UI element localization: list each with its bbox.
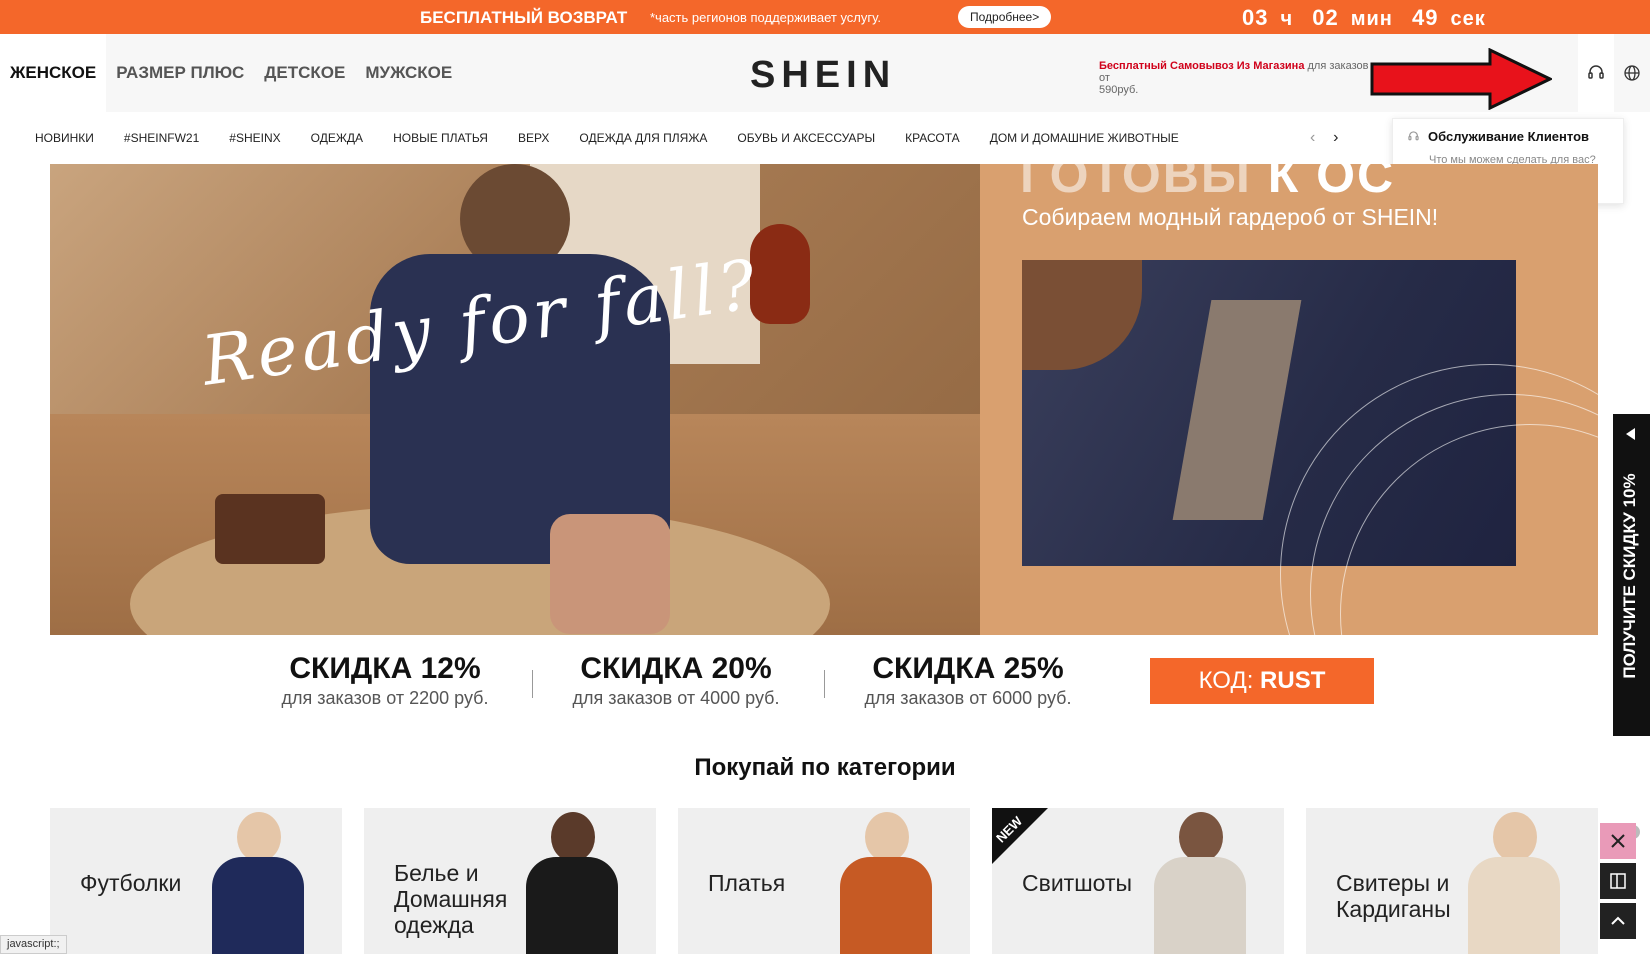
free-return-text: БЕСПЛАТНЫЙ ВОЗВРАТ <box>420 8 628 27</box>
free-return-note: *часть регионов поддерживает услугу. <box>650 10 881 25</box>
compare-icon[interactable] <box>1600 863 1636 899</box>
more-details-button[interactable]: Подробнее> <box>958 6 1052 28</box>
code-label: КОД: <box>1198 667 1261 694</box>
deal-condition: для заказов от 6000 руб. <box>864 688 1072 708</box>
timer-seconds-unit: сек <box>1450 8 1486 30</box>
shop-by-category-title: Покупай по категории <box>694 754 956 781</box>
banner-headline: ГОТОВЫ К ОС <box>1020 164 1395 204</box>
timer-hours-unit: ч <box>1280 8 1294 30</box>
nav-home-pets[interactable]: ДОМ И ДОМАШНИЕ ЖИВОТНЫЕ <box>975 131 1194 145</box>
free-pickup-notice[interactable]: Бесплатный Самовывоз Из Магазина для зак… <box>1099 60 1379 96</box>
timer-minutes-unit: мин <box>1350 8 1393 30</box>
card-label: Белье и Домашняя одежда <box>394 860 508 938</box>
nav-beauty[interactable]: КРАСОТА <box>890 131 975 145</box>
discount-promo-row: СКИДКА 12% для заказов от 2200 руб. СКИД… <box>0 652 1650 712</box>
category-card-sweatshirts[interactable]: NEW Свитшоты <box>992 808 1284 954</box>
nav-beachwear[interactable]: ОДЕЖДА ДЛЯ ПЛЯЖА <box>564 131 722 145</box>
banner-subtitle: Собираем модный гардероб от SHEIN! <box>1022 204 1439 230</box>
code-value: RUST <box>1260 667 1326 694</box>
deal-12: СКИДКА 12% для заказов от 2200 руб. <box>270 652 500 709</box>
headline-bold: К ОС <box>1267 164 1396 203</box>
popup-title: Обслуживание Клиентов <box>1428 129 1590 144</box>
banner-right-panel: ГОТОВЫ К ОС Собираем модный гардероб от … <box>980 164 1598 635</box>
nav-new[interactable]: НОВИНКИ <box>0 131 109 145</box>
deal-title: СКИДКА 12% <box>289 652 481 685</box>
category-women[interactable]: ЖЕНСКОЕ <box>0 34 107 112</box>
banner-photo-left <box>50 164 980 635</box>
model-image <box>830 812 940 954</box>
card-label: Футболки <box>80 870 182 896</box>
model-image <box>1144 812 1254 954</box>
deal-25: СКИДКА 25% для заказов от 6000 руб. <box>853 652 1083 709</box>
deal-condition: для заказов от 2200 руб. <box>281 688 489 708</box>
nav-scroll-arrows: ‹ › <box>1310 129 1338 147</box>
browser-status-bar: javascript:; <box>0 935 67 954</box>
nav-sheinx[interactable]: #SHEINX <box>214 131 295 145</box>
hero-banner[interactable]: Ready for fall? ГОТОВЫ К ОС Собираем мод… <box>50 164 1598 635</box>
discount-side-tab[interactable]: ПОЛУЧИТЕ СКИДКУ 10% <box>1613 414 1650 736</box>
pickup-highlight: Бесплатный Самовывоз Из Магазина <box>1099 60 1305 72</box>
pickup-amount: 590руб. <box>1099 84 1139 96</box>
deal-condition: для заказов от 4000 руб. <box>572 688 780 708</box>
category-card-tshirts[interactable]: Футболки <box>50 808 342 954</box>
category-plus-size[interactable]: РАЗМЕР ПЛЮС <box>106 34 254 112</box>
side-tab-text: ПОЛУЧИТЕ СКИДКУ 10% <box>1620 473 1639 679</box>
deal-title: СКИДКА 20% <box>580 652 772 685</box>
globe-icon[interactable] <box>1614 34 1650 112</box>
handbag-image <box>215 494 325 564</box>
countdown-timer: 03 ч 02 мин 49 сек <box>1242 5 1498 31</box>
nav-sheinfw21[interactable]: #SHEINFW21 <box>109 131 214 145</box>
card-label: Свитшоты <box>1022 870 1133 896</box>
category-card-sweaters[interactable]: Свитеры и Кардиганы <box>1306 808 1598 954</box>
headset-small-icon <box>1408 131 1419 141</box>
deal-divider <box>532 670 533 698</box>
headline-ghost: ГОТОВЫ <box>1020 164 1252 203</box>
floating-buttons <box>1600 823 1640 943</box>
timer-hours: 03 <box>1242 5 1269 30</box>
deal-title: СКИДКА 25% <box>872 652 1064 685</box>
nav-shoes-accessories[interactable]: ОБУВЬ И АКСЕССУАРЫ <box>722 131 890 145</box>
timer-seconds: 49 <box>1412 5 1439 30</box>
promo-topbar: БЕСПЛАТНЫЙ ВОЗВРАТ *часть регионов подде… <box>0 0 1650 34</box>
red-annotation-arrow <box>1370 48 1552 110</box>
nav-new-dresses[interactable]: НОВЫЕ ПЛАТЬЯ <box>378 131 503 145</box>
gender-categories: ЖЕНСКОЕ РАЗМЕР ПЛЮС ДЕТСКОЕ МУЖСКОЕ <box>0 34 462 112</box>
category-card-dresses[interactable]: Платья <box>678 808 970 954</box>
deal-20: СКИДКА 20% для заказов от 4000 руб. <box>561 652 791 709</box>
nav-next-icon[interactable]: › <box>1333 129 1338 146</box>
timer-minutes: 02 <box>1312 5 1339 30</box>
promo-code-box[interactable]: КОД: RUST <box>1150 658 1374 704</box>
model-image <box>1458 812 1568 954</box>
headset-icon[interactable] <box>1578 34 1614 112</box>
card-label: Платья <box>708 870 786 896</box>
category-cards: Футболки Белье и Домашняя одежда Платья … <box>50 808 1598 954</box>
category-kids[interactable]: ДЕТСКОЕ <box>254 34 355 112</box>
category-men[interactable]: МУЖСКОЕ <box>355 34 462 112</box>
close-icon[interactable] <box>1600 823 1636 859</box>
category-card-lingerie[interactable]: Белье и Домашняя одежда <box>364 808 656 954</box>
header-icons <box>1578 34 1650 112</box>
model-image <box>330 164 710 635</box>
model-image <box>516 812 626 954</box>
nav-clothing[interactable]: ОДЕЖДА <box>296 131 378 145</box>
shein-logo[interactable]: SHEIN <box>750 54 896 97</box>
back-to-top-icon[interactable] <box>1600 903 1636 939</box>
nav-tops[interactable]: ВЕРХ <box>503 131 564 145</box>
model-image <box>202 812 312 954</box>
nav-prev-icon[interactable]: ‹ <box>1310 129 1315 146</box>
deal-divider <box>824 670 825 698</box>
